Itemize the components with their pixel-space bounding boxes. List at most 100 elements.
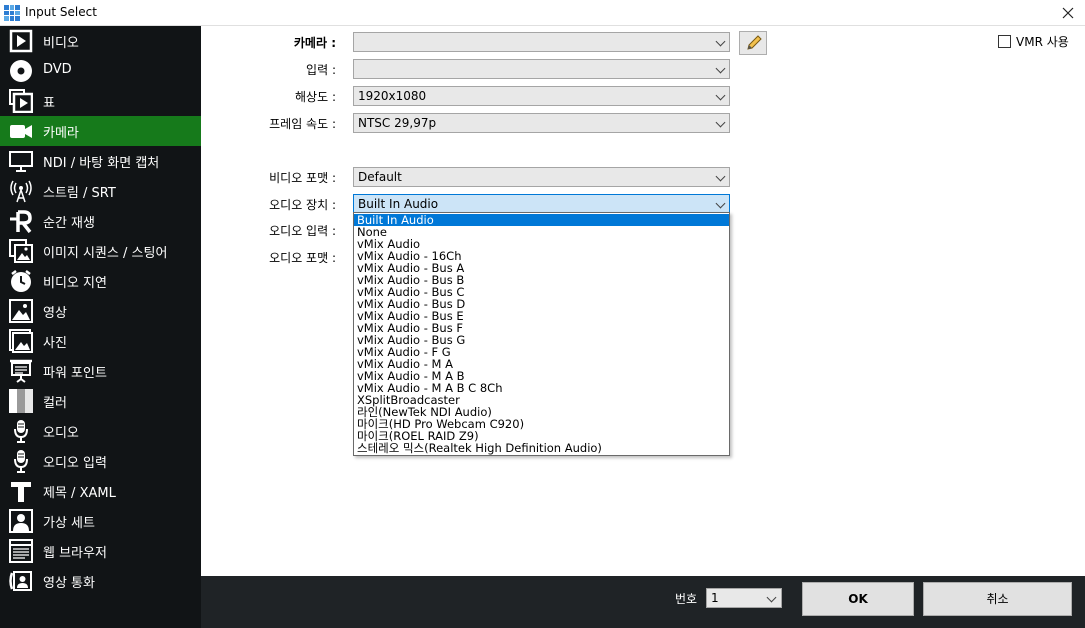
video-call-icon (9, 571, 32, 591)
chevron-down-icon (715, 117, 726, 128)
audio-device-select-value: Built In Audio (358, 197, 439, 211)
input-select[interactable] (353, 59, 730, 79)
resolution-select-value: 1920x1080 (358, 89, 427, 103)
chevron-down-icon (715, 171, 726, 182)
number-select[interactable]: 1 (706, 588, 782, 608)
sidebar-item-label: 순간 재생 (43, 216, 95, 231)
antenna-icon (10, 180, 32, 203)
framerate-label: 프레임 속도 : (269, 117, 336, 131)
chevron-down-icon (766, 592, 777, 603)
presentation-icon (10, 359, 32, 383)
video-format-select[interactable]: Default (353, 167, 730, 187)
audio-device-label: 오디오 장치 : (269, 198, 336, 212)
sidebar-item-label: 비디오 지연 (43, 276, 107, 291)
sidebar-item-camera[interactable]: 카메라 (0, 116, 201, 146)
sidebar-item-ndi[interactable]: NDI / 바탕 화면 캡처 (0, 146, 201, 176)
resolution-select[interactable]: 1920x1080 (353, 86, 730, 106)
chevron-down-icon (715, 36, 726, 47)
camera-label: 카메라 : (293, 36, 336, 50)
close-button[interactable] (1051, 0, 1085, 26)
sidebar-item-web-browser[interactable]: 웹 브라우저 (0, 536, 201, 566)
audio-format-label: 오디오 포맷 : (269, 251, 336, 265)
cancel-button[interactable]: 취소 (923, 582, 1072, 616)
video-format-select-value: Default (358, 170, 402, 184)
sidebar-item-virtual-set[interactable]: 가상 세트 (0, 506, 201, 536)
camera-select[interactable] (353, 32, 730, 52)
sidebar-item-replay[interactable]: 순간 재생 (0, 206, 201, 236)
sidebar-item-label: 영상 통화 (43, 576, 95, 591)
sidebar-item-label: 카메라 (43, 126, 79, 141)
sidebar-item-label: 파워 포인트 (43, 366, 107, 381)
dropdown-option[interactable]: 스테레오 믹스(Realtek High Definition Audio) (354, 442, 729, 454)
pencil-icon (747, 35, 762, 50)
chevron-down-icon (715, 90, 726, 101)
sidebar-item-video-call[interactable]: 영상 통화 (0, 566, 201, 596)
sidebar-item-audio-input[interactable]: 오디오 입력 (0, 446, 201, 476)
number-label: 번호 (675, 592, 698, 606)
sidebar-item-label: 가상 세트 (43, 516, 95, 531)
monitor-icon (9, 151, 33, 172)
audio-device-dropdown-list: Built In Audio None vMix Audio vMix Audi… (353, 212, 730, 456)
sidebar-item-label: 영상 (43, 306, 67, 321)
image-sequence-icon (9, 239, 33, 263)
video-icon (9, 29, 33, 53)
app-grid-icon (4, 5, 20, 21)
sidebar-item-photos[interactable]: 사진 (0, 326, 201, 356)
sidebar-item-video-delay[interactable]: 비디오 지연 (0, 266, 201, 296)
chevron-down-icon (715, 198, 726, 209)
sidebar-item-label: 웹 브라우저 (43, 546, 107, 561)
list-icon (9, 89, 33, 113)
clock-icon (11, 270, 31, 292)
color-bars-icon (9, 389, 33, 413)
input-label: 입력 : (306, 63, 336, 77)
number-select-value: 1 (711, 591, 719, 605)
audio-input-label: 오디오 입력 : (269, 224, 336, 238)
sidebar-item-label: 표 (43, 96, 55, 111)
edit-camera-button[interactable] (739, 31, 767, 55)
web-browser-icon (9, 539, 33, 563)
resolution-label: 해상도 : (295, 90, 336, 104)
sidebar-item-label: DVD (43, 62, 72, 77)
picture-icon (9, 299, 33, 323)
microphone-input-icon (14, 450, 28, 473)
microphone-icon (14, 420, 28, 443)
sidebar-item-label: 스트림 / SRT (43, 186, 116, 201)
audio-device-select[interactable]: Built In Audio (353, 194, 730, 214)
dropdown-option[interactable]: Built In Audio (354, 214, 729, 226)
sidebar-item-picture[interactable]: 영상 (0, 296, 201, 326)
sidebar-item-color[interactable]: 컬러 (0, 386, 201, 416)
replay-icon (10, 210, 32, 233)
virtual-set-icon (9, 509, 33, 533)
sidebar-item-label: 비디오 (43, 36, 79, 51)
disc-icon (10, 60, 32, 82)
ok-button[interactable]: OK (802, 582, 914, 616)
sidebar-item-label: 이미지 시퀀스 / 스팅어 (43, 246, 168, 261)
sidebar-item-label: 사진 (43, 336, 67, 351)
window-title: Input Select (25, 5, 97, 19)
sidebar-item-label: 오디오 (43, 426, 79, 441)
vmr-label: VMR 사용 (1016, 35, 1069, 49)
sidebar-item-audio[interactable]: 오디오 (0, 416, 201, 446)
title-t-icon (11, 482, 31, 502)
sidebar-item-label: 컬러 (43, 396, 67, 411)
chevron-down-icon (715, 63, 726, 74)
sidebar-item-label: 오디오 입력 (43, 456, 107, 471)
photos-icon (9, 329, 33, 353)
title-bar: Input Select (0, 0, 1085, 26)
sidebar-item-stream[interactable]: 스트림 / SRT (0, 176, 201, 206)
sidebar-item-powerpoint[interactable]: 파워 포인트 (0, 356, 201, 386)
close-icon (1062, 7, 1074, 19)
video-format-label: 비디오 포맷 : (269, 171, 336, 185)
sidebar-item-video[interactable]: 비디오 (0, 26, 201, 56)
vmr-checkbox[interactable] (998, 35, 1011, 48)
sidebar-item-list[interactable]: 표 (0, 86, 201, 116)
framerate-select-value: NTSC 29,97p (358, 116, 437, 130)
sidebar-item-title[interactable]: 제목 / XAML (0, 476, 201, 506)
sidebar-item-dvd[interactable]: DVD (0, 56, 201, 86)
framerate-select[interactable]: NTSC 29,97p (353, 113, 730, 133)
sidebar-item-label: NDI / 바탕 화면 캡처 (43, 156, 160, 171)
camera-icon (10, 125, 32, 138)
sidebar-item-label: 제목 / XAML (43, 486, 116, 501)
sidebar-item-image-sequence[interactable]: 이미지 시퀀스 / 스팅어 (0, 236, 201, 266)
input-type-sidebar: 비디오 DVD 표 카메라 NDI / 바탕 화면 캡처 스트림 / SRT 순… (0, 26, 201, 628)
